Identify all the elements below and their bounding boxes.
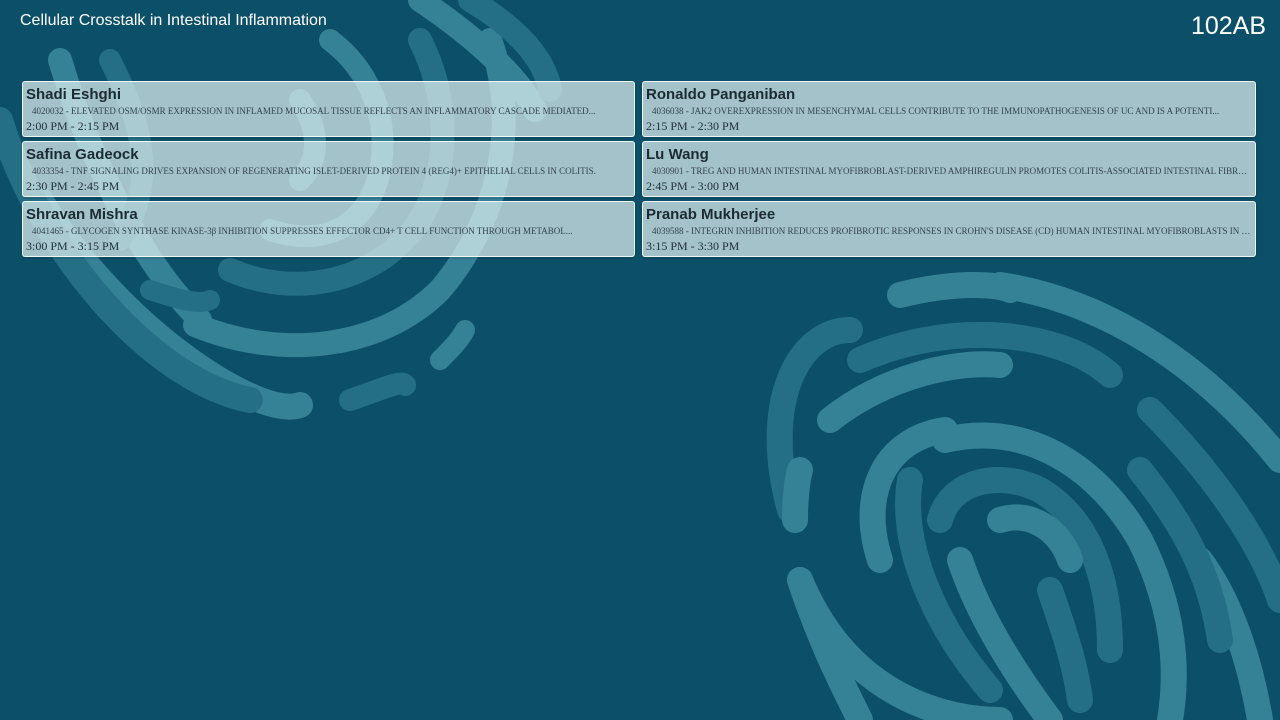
speaker-name: Ronaldo Panganiban [646, 86, 796, 103]
speaker-name: Lu Wang [646, 146, 709, 163]
time-slot: 2:00 PM - 2:15 PM [26, 119, 120, 133]
speaker-name: Shravan Mishra [26, 206, 138, 223]
presentation-card[interactable]: Shadi Eshghi 4020032 - ELEVATED OSM/OSMR… [22, 81, 635, 137]
abstract-title: 4041465 - GLYCOGEN SYNTHASE KINASE-3β IN… [32, 226, 573, 236]
time-slot: 2:30 PM - 2:45 PM [26, 179, 120, 193]
presentation-card[interactable]: Ronaldo Panganiban 4036038 - JAK2 OVEREX… [642, 81, 1256, 137]
abstract-title: 4039588 - INTEGRIN INHIBITION REDUCES PR… [652, 226, 1251, 236]
abstract-title: 4033354 - TNF SIGNALING DRIVES EXPANSION… [32, 166, 596, 176]
presentation-card[interactable]: Shravan Mishra 4041465 - GLYCOGEN SYNTHA… [22, 201, 635, 257]
abstract-title: 4036038 - JAK2 OVEREXPRESSION IN MESENCH… [652, 106, 1220, 116]
time-slot: 3:00 PM - 3:15 PM [26, 239, 120, 253]
presentation-grid: Shadi Eshghi 4020032 - ELEVATED OSM/OSMR… [22, 81, 1256, 257]
presentation-card[interactable]: Pranab Mukherjee 4039588 - INTEGRIN INHI… [642, 201, 1256, 257]
room-label: 102AB [1190, 12, 1266, 40]
time-slot: 3:15 PM - 3:30 PM [646, 239, 740, 253]
time-slot: 2:45 PM - 3:00 PM [646, 179, 740, 193]
speaker-name: Pranab Mukherjee [646, 206, 776, 223]
abstract-title: 4020032 - ELEVATED OSM/OSMR EXPRESSION I… [32, 106, 596, 116]
abstract-title: 4030901 - TREG AND HUMAN INTESTINAL MYOF… [652, 166, 1251, 176]
session-title: Cellular Crosstalk in Intestinal Inflamm… [20, 12, 327, 29]
time-slot: 2:15 PM - 2:30 PM [646, 119, 740, 133]
speaker-name: Shadi Eshghi [26, 86, 122, 103]
presentation-card[interactable]: Lu Wang 4030901 - TREG AND HUMAN INTESTI… [642, 141, 1256, 197]
speaker-name: Safina Gadeock [26, 146, 139, 163]
presentation-card[interactable]: Safina Gadeock 4033354 - TNF SIGNALING D… [22, 141, 635, 197]
